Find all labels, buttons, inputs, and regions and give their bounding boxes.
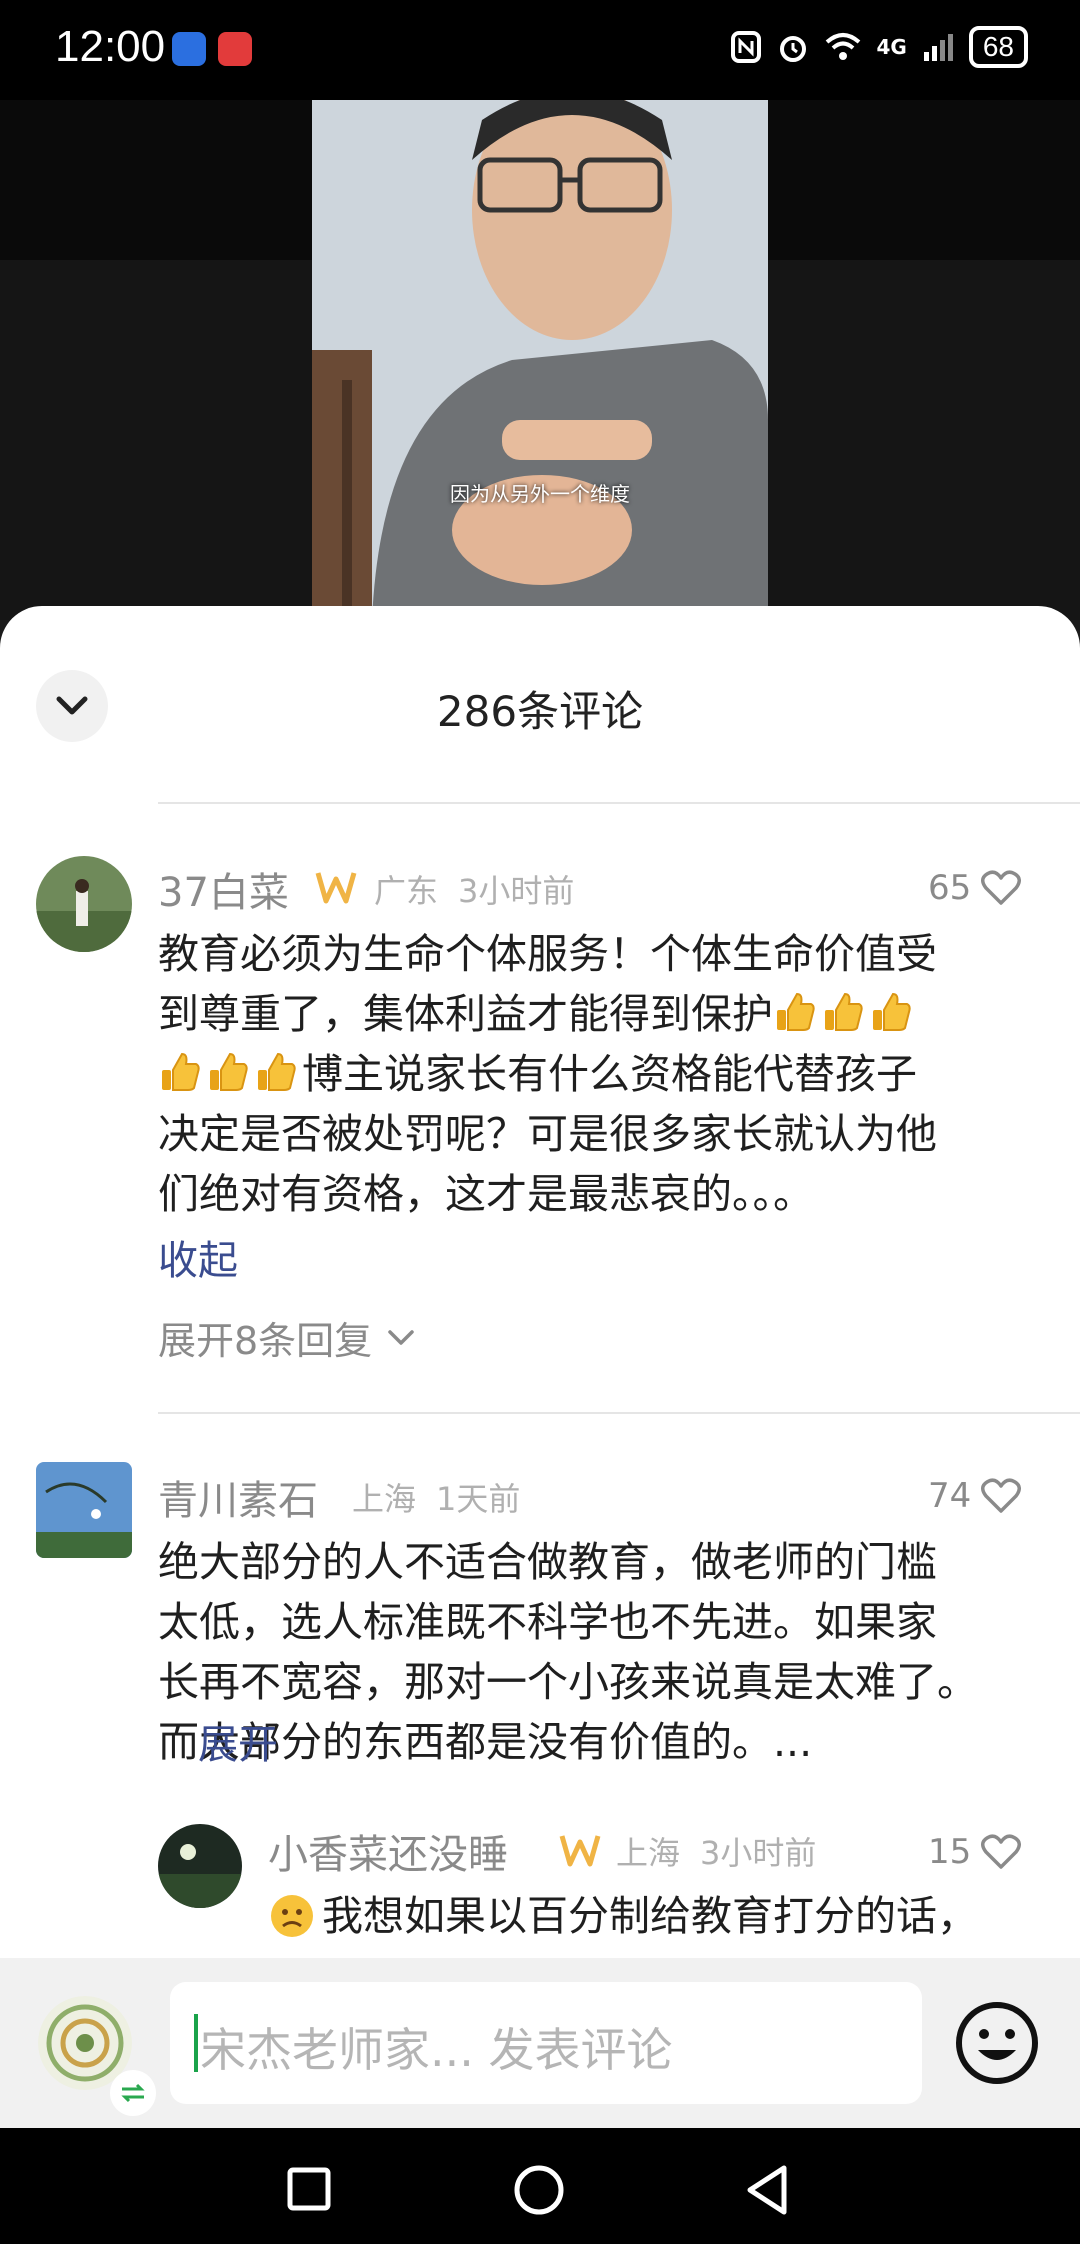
thumbs-up-emoji-icon [258,1052,296,1091]
comment-time: 1天前 [436,1480,521,1518]
collapse-comment-link[interactable]: 收起 [158,1228,238,1286]
thumbs-up-emoji-icon [873,992,911,1031]
wifi-icon [825,33,860,60]
comment-input-placeholder: 宋杰老师家... 发表评论 [200,2023,673,2077]
comment-time: 3小时前 [458,872,575,910]
comment-text: 教育必须为生命个体服务！个体生命价值受 到尊重了，集体利益才能得到保护 博主说家… [158,930,937,1218]
reply-text: 我想如果以百分制给教育打分的话， [268,1886,1058,1946]
like-count: 15 [928,1832,972,1872]
expand-replies-button[interactable]: 展开8条回复 [158,1310,416,1365]
comment-location: 上海 [352,1480,417,1518]
network-label: 4G [876,35,907,59]
sad-face-emoji-icon [271,1895,313,1937]
signal-icon [923,34,953,61]
comment-count-title: 286条评论 [436,687,644,736]
app-notification-icon-blue [172,32,206,66]
divider [158,802,1080,804]
heart-icon [981,1478,1022,1513]
thumbs-up-emoji-icon [162,1052,200,1091]
comment-text: 绝大部分的人不适合做教育，做老师的门槛 太低，选人标准既不科学也不先进。如果家 … [158,1538,978,1766]
system-navigation-bar [0,2128,1080,2244]
thumbs-up-emoji-icon [825,992,863,1031]
like-button[interactable]: 15 [928,1832,1022,1872]
status-bar: 12:00 4G 68 [0,0,1080,100]
emoji-icon [956,2002,1038,2084]
like-button[interactable]: 74 [928,1476,1022,1516]
like-count: 74 [928,1476,972,1516]
reply-time: 3小时前 [700,1834,817,1872]
comment-username[interactable]: 37白菜 [158,860,289,918]
video-subtitle: 因为从另外一个维度 [450,482,630,506]
vip-badge-icon [559,1835,601,1867]
video-frame[interactable]: 因为从另外一个维度 [312,100,768,620]
status-time: 12:00 [55,22,166,71]
emoji-button[interactable] [952,1998,1042,2088]
video-person-image [312,100,768,620]
heart-icon [981,870,1022,905]
alarm-icon [779,36,806,62]
reply-username[interactable]: 小香菜还没睡 [268,1822,508,1880]
comments-sheet: 286条评论 37白菜 广东 3小时前 65 教育必须为生命个体服务！个体生命价… [0,606,1080,2128]
comment-username[interactable]: 青川素石 [158,1468,318,1526]
text-caret [194,2014,198,2072]
battery-indicator: 68 [968,26,1028,68]
comment-input-bar: 宋杰老师家... 发表评论 [0,1958,1080,2128]
back-nav-icon[interactable] [742,2164,792,2216]
reply-location: 上海 [616,1834,681,1872]
thumbs-up-emoji-icon [210,1052,248,1091]
avatar[interactable] [36,856,132,952]
avatar[interactable] [36,1462,132,1558]
thumbs-up-emoji-icon [777,992,815,1031]
square-nav-icon[interactable] [286,2166,332,2212]
like-button[interactable]: 65 [928,868,1022,908]
expand-comment-link[interactable]: 展开 [198,1712,278,1770]
app-notification-icon-red [218,32,252,66]
like-count: 65 [928,868,972,908]
avatar[interactable] [158,1824,242,1908]
chevron-down-icon [388,1329,414,1345]
comment-input[interactable]: 宋杰老师家... 发表评论 [170,1982,922,2104]
switch-account-button[interactable] [110,2070,156,2116]
circle-nav-icon[interactable] [513,2164,565,2216]
divider [158,1412,1080,1414]
status-icons: 4G 68 [730,26,1028,68]
switch-account-icon [121,2083,145,2103]
heart-icon [981,1834,1022,1869]
nfc-icon [730,31,761,63]
video-player[interactable]: 因为从另外一个维度 [0,100,1080,620]
comment-location: 广东 [374,872,439,910]
vip-badge-icon [315,872,357,904]
